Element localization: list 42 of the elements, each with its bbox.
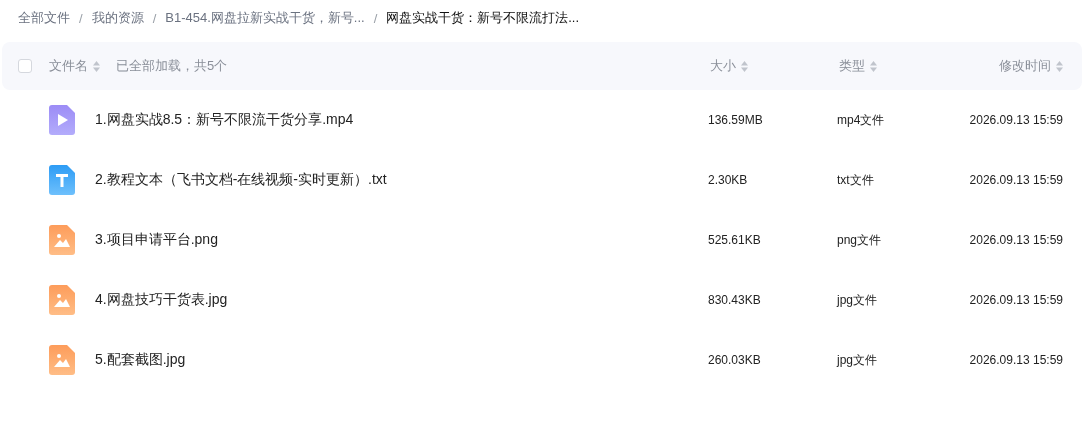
file-size: 260.03KB	[708, 353, 761, 367]
breadcrumb-item[interactable]: 我的资源	[91, 9, 144, 27]
file-name[interactable]: 3.项目申请平台.png	[95, 231, 218, 247]
breadcrumb-item[interactable]: 网盘实战干货：新号不限流打法...	[386, 9, 580, 27]
image-file-icon	[49, 225, 75, 255]
file-size: 2.30KB	[708, 173, 748, 187]
file-type: jpg文件	[837, 352, 877, 367]
file-type: mp4文件	[837, 112, 885, 127]
sort-icon[interactable]	[741, 60, 748, 72]
column-header[interactable]: 大小	[710, 57, 736, 75]
load-status: 已全部加载，共5个	[116, 57, 228, 75]
file-name[interactable]: 4.网盘技巧干货表.jpg	[95, 291, 228, 307]
modified-time: 2026.09.13 15:59	[969, 353, 1063, 367]
file-size: 830.43KB	[708, 293, 761, 307]
breadcrumb-separator: /	[152, 10, 157, 26]
sort-icon[interactable]	[870, 60, 877, 72]
file-size: 525.61KB	[708, 233, 761, 247]
column-header[interactable]: 类型	[839, 57, 865, 75]
file-type: txt文件	[837, 172, 874, 187]
image-file-icon	[49, 285, 75, 315]
file-size: 136.59MB	[708, 113, 763, 127]
file-type: png文件	[837, 232, 882, 247]
breadcrumb-item[interactable]: 全部文件	[18, 9, 70, 27]
file-type: jpg文件	[837, 292, 877, 307]
breadcrumb-separator: /	[79, 10, 83, 26]
modified-time: 2026.09.13 15:59	[969, 293, 1063, 307]
breadcrumb-item[interactable]: B1-454.网盘拉新实战干货，新号...	[165, 9, 365, 27]
modified-time: 2026.09.13 15:59	[969, 233, 1063, 247]
select-all-checkbox[interactable]	[18, 59, 32, 73]
image-file-icon	[49, 345, 75, 375]
sort-icon[interactable]	[1056, 60, 1063, 72]
text-file-icon	[49, 165, 75, 195]
column-header[interactable]: 修改时间	[999, 57, 1051, 75]
file-name[interactable]: 5.配套截图.jpg	[95, 351, 186, 367]
file-name[interactable]: 1.网盘实战8.5：新号不限流干货分享.mp4	[95, 111, 354, 127]
column-header[interactable]: 文件名	[49, 57, 88, 75]
video-file-icon	[49, 105, 75, 135]
file-name[interactable]: 2.教程文本（飞书文档-在线视频-实时更新）.txt	[95, 171, 387, 187]
breadcrumb-separator: /	[373, 10, 378, 26]
modified-time: 2026.09.13 15:59	[969, 113, 1063, 127]
modified-time: 2026.09.13 15:59	[969, 173, 1063, 187]
sort-icon[interactable]	[93, 60, 100, 72]
